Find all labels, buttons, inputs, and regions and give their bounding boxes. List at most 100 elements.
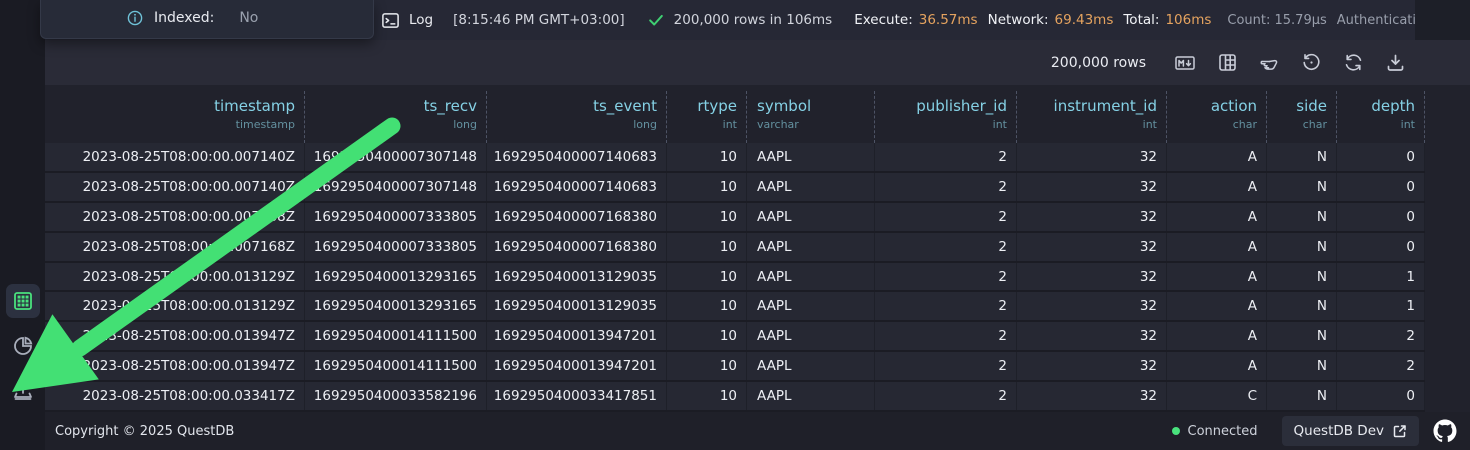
footer-right: Connected QuestDB Dev bbox=[1172, 416, 1470, 446]
info-icon bbox=[127, 10, 143, 26]
grid-icon bbox=[13, 291, 33, 311]
table-row[interactable]: 2023-08-25T08:00:00.013129Z1692950400013… bbox=[45, 292, 1425, 322]
cell-rtype: 10 bbox=[667, 173, 747, 201]
cell-instrument_id: 32 bbox=[1017, 292, 1167, 320]
network-label: Network: bbox=[988, 12, 1049, 28]
indexed-row: Indexed: No bbox=[41, 8, 373, 28]
table-row[interactable]: 2023-08-25T08:00:00.007140Z1692950400007… bbox=[45, 143, 1425, 173]
copyright-text: Copyright © 2025 QuestDB bbox=[55, 424, 234, 439]
cell-rtype: 10 bbox=[667, 322, 747, 350]
column-header-timestamp[interactable]: timestamptimestamp bbox=[45, 91, 305, 143]
import-button[interactable] bbox=[6, 374, 40, 408]
cell-side: N bbox=[1267, 322, 1337, 350]
grid-header-row: timestamptimestampts_recvlongts_eventlon… bbox=[45, 85, 1425, 143]
table-row[interactable]: 2023-08-25T08:00:00.033417Z1692950400033… bbox=[45, 382, 1425, 412]
cell-publisher_id: 2 bbox=[875, 143, 1017, 171]
connected-label: Connected bbox=[1188, 424, 1258, 439]
cell-action: A bbox=[1167, 292, 1267, 320]
cell-side: N bbox=[1267, 233, 1337, 261]
sidebar-icons bbox=[0, 284, 45, 408]
column-header-publisher_id[interactable]: publisher_idint bbox=[875, 91, 1017, 143]
cell-timestamp: 2023-08-25T08:00:00.013129Z bbox=[45, 263, 305, 291]
cell-ts_recv: 1692950400007307148 bbox=[305, 173, 487, 201]
cell-ts_event: 1692950400013947201 bbox=[487, 352, 667, 380]
cell-timestamp: 2023-08-25T08:00:00.013947Z bbox=[45, 322, 305, 350]
table-row[interactable]: 2023-08-25T08:00:00.013129Z1692950400013… bbox=[45, 263, 1425, 293]
symbol-capacity-row: Symbol capacity: 256 bbox=[41, 36, 373, 39]
cell-timestamp: 2023-08-25T08:00:00.033417Z bbox=[45, 382, 305, 410]
grid-body: 2023-08-25T08:00:00.007140Z1692950400007… bbox=[45, 143, 1425, 412]
refresh-button[interactable] bbox=[1336, 46, 1370, 80]
column-info-popover: Indexed: No Symbol capacity: 256 bbox=[40, 0, 374, 39]
info-icon bbox=[127, 38, 143, 39]
cell-symbol: AAPL bbox=[747, 203, 875, 231]
pointing-hand-icon bbox=[1258, 52, 1280, 74]
cell-ts_recv: 1692950400013293165 bbox=[305, 263, 487, 291]
table-row[interactable]: 2023-08-25T08:00:00.007140Z1692950400007… bbox=[45, 173, 1425, 203]
cell-rtype: 10 bbox=[667, 233, 747, 261]
cell-action: C bbox=[1167, 382, 1267, 410]
instance-button[interactable]: QuestDB Dev bbox=[1282, 416, 1419, 446]
cell-instrument_id: 32 bbox=[1017, 382, 1167, 410]
column-header-depth[interactable]: depthint bbox=[1337, 91, 1425, 143]
table-row[interactable]: 2023-08-25T08:00:00.007168Z1692950400007… bbox=[45, 233, 1425, 263]
cell-symbol: AAPL bbox=[747, 292, 875, 320]
cell-symbol: AAPL bbox=[747, 322, 875, 350]
column-header-rtype[interactable]: rtypeint bbox=[667, 91, 747, 143]
cell-depth: 0 bbox=[1337, 233, 1425, 261]
indexed-label: Indexed: bbox=[154, 10, 214, 26]
column-header-instrument_id[interactable]: instrument_idint bbox=[1017, 91, 1167, 143]
pointer-mode-button[interactable] bbox=[1252, 46, 1286, 80]
table-row[interactable]: 2023-08-25T08:00:00.013947Z1692950400014… bbox=[45, 322, 1425, 352]
cell-timestamp: 2023-08-25T08:00:00.007168Z bbox=[45, 203, 305, 231]
github-icon bbox=[1433, 419, 1457, 443]
markdown-export-button[interactable] bbox=[1168, 46, 1202, 80]
cell-ts_recv: 1692950400014111500 bbox=[305, 352, 487, 380]
cell-depth: 0 bbox=[1337, 173, 1425, 201]
column-header-ts_event[interactable]: ts_eventlong bbox=[487, 91, 667, 143]
cell-depth: 1 bbox=[1337, 263, 1425, 291]
toggle-columns-button[interactable] bbox=[1210, 46, 1244, 80]
grid-view-button[interactable] bbox=[6, 284, 40, 318]
total-metric: Total: 106ms bbox=[1123, 12, 1211, 28]
cell-rtype: 10 bbox=[667, 352, 747, 380]
cell-ts_event: 1692950400007168380 bbox=[487, 203, 667, 231]
cell-side: N bbox=[1267, 292, 1337, 320]
chart-view-button[interactable] bbox=[6, 329, 40, 363]
cell-depth: 1 bbox=[1337, 292, 1425, 320]
cell-symbol: AAPL bbox=[747, 173, 875, 201]
table-columns-icon bbox=[1217, 52, 1238, 73]
cell-symbol: AAPL bbox=[747, 143, 875, 171]
connection-status: Connected bbox=[1172, 424, 1258, 439]
column-header-action[interactable]: actionchar bbox=[1167, 91, 1267, 143]
cell-ts_event: 1692950400007168380 bbox=[487, 233, 667, 261]
column-header-ts_recv[interactable]: ts_recvlong bbox=[305, 91, 487, 143]
cell-side: N bbox=[1267, 143, 1337, 171]
cell-depth: 2 bbox=[1337, 352, 1425, 380]
table-row[interactable]: 2023-08-25T08:00:00.013947Z1692950400014… bbox=[45, 352, 1425, 382]
refresh-icon bbox=[1343, 52, 1364, 73]
symbol-capacity-label: Symbol capacity: 256 bbox=[154, 38, 305, 39]
download-icon bbox=[1385, 52, 1406, 73]
column-header-symbol[interactable]: symbolvarchar bbox=[747, 91, 875, 143]
github-link[interactable] bbox=[1433, 419, 1457, 443]
log-toggle[interactable]: Log bbox=[381, 11, 433, 30]
cell-publisher_id: 2 bbox=[875, 263, 1017, 291]
cell-action: A bbox=[1167, 263, 1267, 291]
history-button[interactable] bbox=[1294, 46, 1328, 80]
cell-ts_event: 1692950400007140683 bbox=[487, 173, 667, 201]
external-link-icon bbox=[1393, 424, 1407, 438]
cell-publisher_id: 2 bbox=[875, 352, 1017, 380]
cell-side: N bbox=[1267, 263, 1337, 291]
log-label: Log bbox=[409, 12, 433, 28]
column-header-side[interactable]: sidechar bbox=[1267, 91, 1337, 143]
cell-ts_recv: 1692950400007333805 bbox=[305, 233, 487, 261]
row-count: 200,000 rows bbox=[1051, 55, 1146, 71]
download-csv-button[interactable] bbox=[1378, 46, 1412, 80]
cell-timestamp: 2023-08-25T08:00:00.007140Z bbox=[45, 143, 305, 171]
connected-dot-icon bbox=[1172, 427, 1180, 435]
count-metric: Count: 15.79µs bbox=[1227, 13, 1326, 28]
cell-instrument_id: 32 bbox=[1017, 233, 1167, 261]
table-row[interactable]: 2023-08-25T08:00:00.007168Z 1692950400007… bbox=[45, 203, 1425, 233]
cell-publisher_id: 2 bbox=[875, 173, 1017, 201]
